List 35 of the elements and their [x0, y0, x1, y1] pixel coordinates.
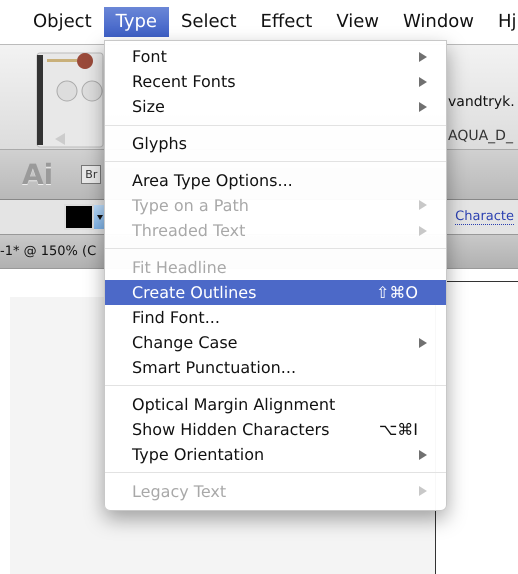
submenu-arrow-icon	[418, 76, 428, 88]
menu-item[interactable]: Type Orientation	[105, 442, 446, 468]
submenu-arrow-icon	[418, 485, 428, 498]
address-text: AQUA_D_	[448, 128, 514, 144]
submenu-arrow-icon	[418, 448, 428, 461]
character-panel-link[interactable]: Characte	[455, 209, 514, 225]
menu-title[interactable]: Select	[168, 7, 248, 37]
menu-item[interactable]: Smart Punctuation...	[105, 355, 446, 380]
submenu-arrow-icon	[418, 336, 428, 349]
menu-title[interactable]: Hj	[486, 7, 518, 37]
document-tab[interactable]: -1* @ 150% (C	[0, 244, 96, 259]
fill-color-swatch[interactable]	[64, 204, 94, 230]
menu-title[interactable]: Type	[104, 7, 169, 37]
submenu-arrow-icon	[418, 100, 428, 113]
menu-title[interactable]: View	[324, 7, 392, 37]
menu-item[interactable]: Optical Margin Alignment	[105, 392, 446, 417]
menu-item[interactable]: Create Outlines ⇧⌘O	[105, 280, 446, 305]
menu-title[interactable]: Effect	[248, 7, 324, 37]
bridge-button[interactable]: Br	[81, 165, 102, 184]
menu-item[interactable]: Glyphs	[105, 130, 446, 156]
menu-item[interactable]: Recent Fonts	[105, 69, 446, 94]
submenu-arrow-icon	[418, 50, 428, 63]
menu-item[interactable]: Show Hidden Characters ⌥⌘I	[105, 417, 446, 442]
submenu-arrow-icon	[418, 224, 428, 236]
caret-icon	[96, 214, 102, 220]
menu-item[interactable]: Find Font...	[105, 304, 446, 330]
menu-title[interactable]: Window	[391, 7, 486, 37]
menu-item[interactable]: Area Type Options...	[105, 168, 446, 193]
browser-tab-title[interactable]: vandtryk.	[448, 94, 518, 110]
submenu-arrow-icon	[418, 199, 428, 212]
swatch-dropdown-button[interactable]	[94, 205, 105, 229]
menu-item[interactable]: Change Case	[105, 330, 446, 356]
menu-item[interactable]: Size	[105, 94, 446, 120]
menu-item[interactable]: Font	[105, 44, 446, 70]
menu-title[interactable]: Object	[21, 7, 104, 37]
